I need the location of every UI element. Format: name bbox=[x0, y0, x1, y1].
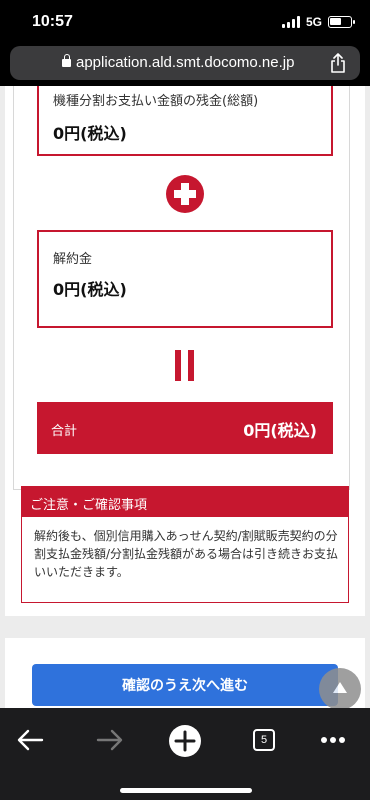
status-time: 10:57 bbox=[32, 13, 73, 30]
cancellation-fee-box: 解約金 0円(税込) bbox=[37, 230, 333, 328]
signal-icon bbox=[281, 16, 300, 28]
installment-balance-label: 機種分割お支払い金額の残金(総額) bbox=[53, 94, 259, 109]
tab-count: 5 bbox=[253, 729, 275, 751]
battery-level bbox=[330, 18, 341, 25]
total-label: 合計 bbox=[51, 424, 78, 439]
back-icon[interactable] bbox=[14, 726, 48, 754]
notice-box: ご注意・ご確認事項 解約後も、個別信用購入あっせん契約/割賦販売契約の分割支払金… bbox=[21, 486, 349, 603]
total-value: 0円(税込) bbox=[243, 421, 317, 440]
address-bar[interactable]: application.ald.smt.docomo.ne.jp bbox=[10, 46, 360, 80]
plus-icon bbox=[166, 175, 204, 213]
tabs-icon[interactable]: 5 bbox=[247, 726, 281, 754]
installment-balance-box: 機種分割お支払い金額の残金(総額) 0円(税込) bbox=[37, 86, 333, 156]
installment-balance-value: 0円(税込) bbox=[53, 124, 127, 143]
browser-toolbar: 5 bbox=[0, 708, 370, 800]
page-content: 機種分割お支払い金額の残金(総額) 0円(税込) 解約金 0円(税込) 合計 0… bbox=[0, 86, 370, 708]
network-type: 5G bbox=[305, 15, 322, 29]
forward-icon[interactable] bbox=[92, 726, 126, 754]
cancellation-fee-value: 0円(税込) bbox=[53, 280, 127, 299]
lock-icon bbox=[62, 54, 71, 67]
equals-icon bbox=[175, 350, 195, 381]
total-bar: 合計 0円(税込) bbox=[37, 402, 333, 454]
share-icon[interactable] bbox=[330, 53, 346, 73]
section-divider bbox=[0, 616, 370, 638]
battery-icon bbox=[328, 16, 355, 28]
new-tab-icon[interactable] bbox=[168, 724, 202, 758]
notice-body: 解約後も、個別信用購入あっせん契約/割賦販売契約の分割支払金残額/分割払金残額が… bbox=[34, 529, 339, 579]
status-bar: 10:57 5G bbox=[0, 0, 370, 44]
scroll-top-icon[interactable] bbox=[319, 668, 361, 708]
more-icon[interactable] bbox=[316, 726, 350, 754]
home-indicator bbox=[120, 788, 252, 793]
status-indicators: 5G bbox=[281, 15, 355, 29]
notice-title: ご注意・ご確認事項 bbox=[22, 487, 348, 517]
browser-address-area: application.ald.smt.docomo.ne.jp bbox=[0, 44, 370, 86]
url-text[interactable]: application.ald.smt.docomo.ne.jp bbox=[76, 54, 294, 71]
next-button[interactable]: 確認のうえ次へ進む bbox=[32, 664, 338, 706]
cancellation-fee-label: 解約金 bbox=[53, 252, 93, 267]
